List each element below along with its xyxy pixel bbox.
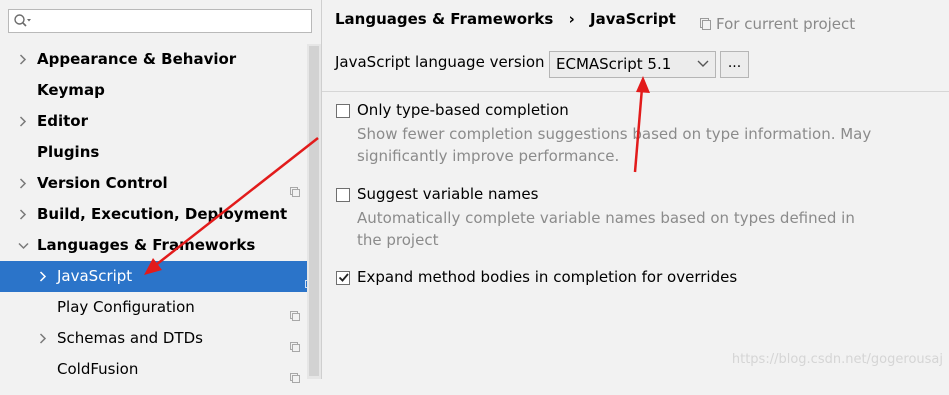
checkmark-icon <box>338 273 349 282</box>
language-version-label: JavaScript language version <box>335 53 545 71</box>
settings-sidebar: Appearance & Behavior Keymap Editor Plugins… <box>0 0 321 383</box>
tree-item-label: JavaScript <box>57 267 133 285</box>
chevron-right-icon[interactable] <box>36 261 50 292</box>
chevron-right-icon[interactable] <box>16 199 30 230</box>
type-based-completion-label[interactable]: Only type-based completion <box>357 101 569 119</box>
tree-item-version-control[interactable]: Version Control <box>0 168 306 199</box>
tree-item-label: Appearance & Behavior <box>37 50 237 68</box>
type-based-completion-checkbox[interactable] <box>336 104 350 118</box>
search-icon <box>14 14 31 27</box>
tree-item-javascript[interactable]: JavaScript <box>0 261 321 292</box>
tree-item-play-configuration[interactable]: Play Configuration <box>0 292 306 323</box>
tree-item-languages-frameworks[interactable]: Languages & Frameworks <box>0 230 306 261</box>
tree-item-build-execution-deployment[interactable]: Build, Execution, Deployment <box>0 199 306 230</box>
project-scope-icon <box>290 178 300 197</box>
breadcrumb: Languages & Frameworks › JavaScript <box>335 10 676 28</box>
breadcrumb-parent[interactable]: Languages & Frameworks <box>335 10 553 28</box>
tree-item-keymap[interactable]: Keymap <box>0 75 306 106</box>
section-divider <box>322 91 949 92</box>
tree-item-plugins[interactable]: Plugins <box>0 137 306 168</box>
tree-item-label: Play Configuration <box>57 298 195 316</box>
chevron-right-icon[interactable] <box>16 168 30 199</box>
tree-item-label: Languages & Frameworks <box>37 236 256 254</box>
settings-content: Languages & Frameworks › JavaScript For … <box>322 0 949 379</box>
tree-item-appearance-behavior[interactable]: Appearance & Behavior <box>0 44 306 75</box>
tree-item-label: Build, Execution, Deployment <box>37 205 288 223</box>
project-scope-icon <box>290 333 300 352</box>
tree-item-coldfusion[interactable]: ColdFusion <box>0 354 306 385</box>
chevron-right-icon[interactable] <box>36 323 50 354</box>
scrollbar-thumb[interactable] <box>309 46 319 376</box>
tree-item-label: Editor <box>37 112 88 130</box>
tree-item-label: Schemas and DTDs <box>57 329 203 347</box>
tree-item-schemas-and-dtds[interactable]: Schemas and DTDs <box>0 323 306 354</box>
suggest-variable-names-description: Automatically complete variable names ba… <box>357 209 855 249</box>
chevron-down-icon <box>697 60 709 67</box>
language-version-more-button[interactable]: ... <box>720 51 749 78</box>
project-scope-hint: For current project <box>700 15 855 33</box>
language-version-value: ECMAScript 5.1 <box>556 55 672 73</box>
type-based-completion-description: Show fewer completion suggestions based … <box>357 125 872 165</box>
project-scope-icon <box>700 18 711 30</box>
search-input[interactable] <box>8 9 312 33</box>
project-scope-icon <box>290 364 300 383</box>
suggest-variable-names-label[interactable]: Suggest variable names <box>357 185 538 203</box>
suggest-variable-names-checkbox[interactable] <box>336 188 350 202</box>
chevron-right-icon[interactable] <box>16 44 30 75</box>
tree-item-label: Version Control <box>37 174 168 192</box>
watermark: https://blog.csdn.net/gogerousaj <box>731 352 943 367</box>
project-scope-icon <box>290 302 300 321</box>
settings-tree: Appearance & Behavior Keymap Editor Plugins… <box>0 44 321 385</box>
expand-method-bodies-label[interactable]: Expand method bodies in completion for o… <box>357 268 737 286</box>
tree-item-label: ColdFusion <box>57 360 139 378</box>
tree-item-label: Plugins <box>37 143 100 161</box>
chevron-down-icon[interactable] <box>16 230 30 261</box>
project-scope-label: For current project <box>716 15 856 33</box>
breadcrumb-separator: › <box>568 10 575 28</box>
expand-method-bodies-checkbox[interactable] <box>336 271 350 285</box>
tree-item-label: Keymap <box>37 81 105 99</box>
language-version-select[interactable]: ECMAScript 5.1 <box>549 51 716 78</box>
breadcrumb-current: JavaScript <box>590 10 676 28</box>
chevron-right-icon[interactable] <box>16 106 30 137</box>
tree-item-editor[interactable]: Editor <box>0 106 306 137</box>
